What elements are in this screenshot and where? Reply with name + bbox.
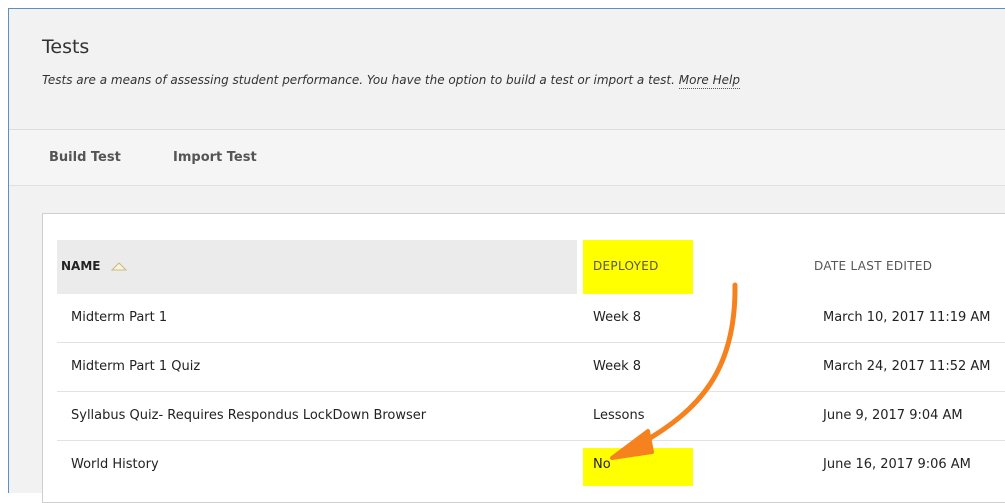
- test-date-edited: June 16, 2017 9:06 AM: [823, 457, 971, 472]
- tests-table-container: NAME DEPLOYED DATE LAST EDITED Midterm P…: [42, 213, 1005, 503]
- test-deployed: Lessons: [593, 408, 645, 423]
- table-row[interactable]: Midterm Part 1 Week 8 March 10, 2017 11:…: [57, 294, 1005, 343]
- test-date-edited: March 24, 2017 11:52 AM: [823, 359, 991, 374]
- column-header-name-label: NAME: [61, 259, 101, 273]
- column-header-name[interactable]: NAME: [57, 240, 577, 294]
- column-header-date-last-edited[interactable]: DATE LAST EDITED: [814, 259, 932, 273]
- test-deployed: Week 8: [593, 359, 642, 374]
- table-row[interactable]: World History No June 16, 2017 9:06 AM: [57, 441, 1005, 490]
- test-date-edited: June 9, 2017 9:04 AM: [823, 408, 963, 423]
- test-deployed: No: [593, 457, 611, 472]
- table-row[interactable]: Syllabus Quiz- Requires Respondus LockDo…: [57, 392, 1005, 441]
- build-test-button[interactable]: Build Test: [49, 150, 121, 165]
- more-help-link[interactable]: More Help: [678, 73, 740, 89]
- table-header: NAME DEPLOYED DATE LAST EDITED: [57, 240, 1005, 294]
- column-header-deployed[interactable]: DEPLOYED: [583, 240, 693, 294]
- action-bar-divider: [9, 185, 1005, 186]
- page-title: Tests: [42, 36, 90, 58]
- test-name[interactable]: Syllabus Quiz- Requires Respondus LockDo…: [71, 408, 426, 423]
- deployed-highlight: No: [583, 448, 693, 486]
- tests-panel: Tests Tests are a means of assessing stu…: [8, 8, 1005, 503]
- test-date-edited: March 10, 2017 11:19 AM: [823, 310, 991, 325]
- test-name[interactable]: Midterm Part 1: [71, 310, 167, 325]
- test-name[interactable]: Midterm Part 1 Quiz: [71, 359, 200, 374]
- test-name[interactable]: World History: [71, 457, 159, 472]
- page-description: Tests are a means of assessing student p…: [42, 73, 740, 89]
- table-row[interactable]: Midterm Part 1 Quiz Week 8 March 24, 201…: [57, 343, 1005, 392]
- test-deployed: Week 8: [593, 310, 642, 325]
- sort-ascending-icon[interactable]: [110, 260, 127, 274]
- action-bar: Build Test Import Test: [9, 130, 1005, 185]
- page-header: Tests Tests are a means of assessing stu…: [9, 9, 1005, 129]
- import-test-button[interactable]: Import Test: [173, 150, 257, 165]
- description-text: Tests are a means of assessing student p…: [42, 73, 675, 87]
